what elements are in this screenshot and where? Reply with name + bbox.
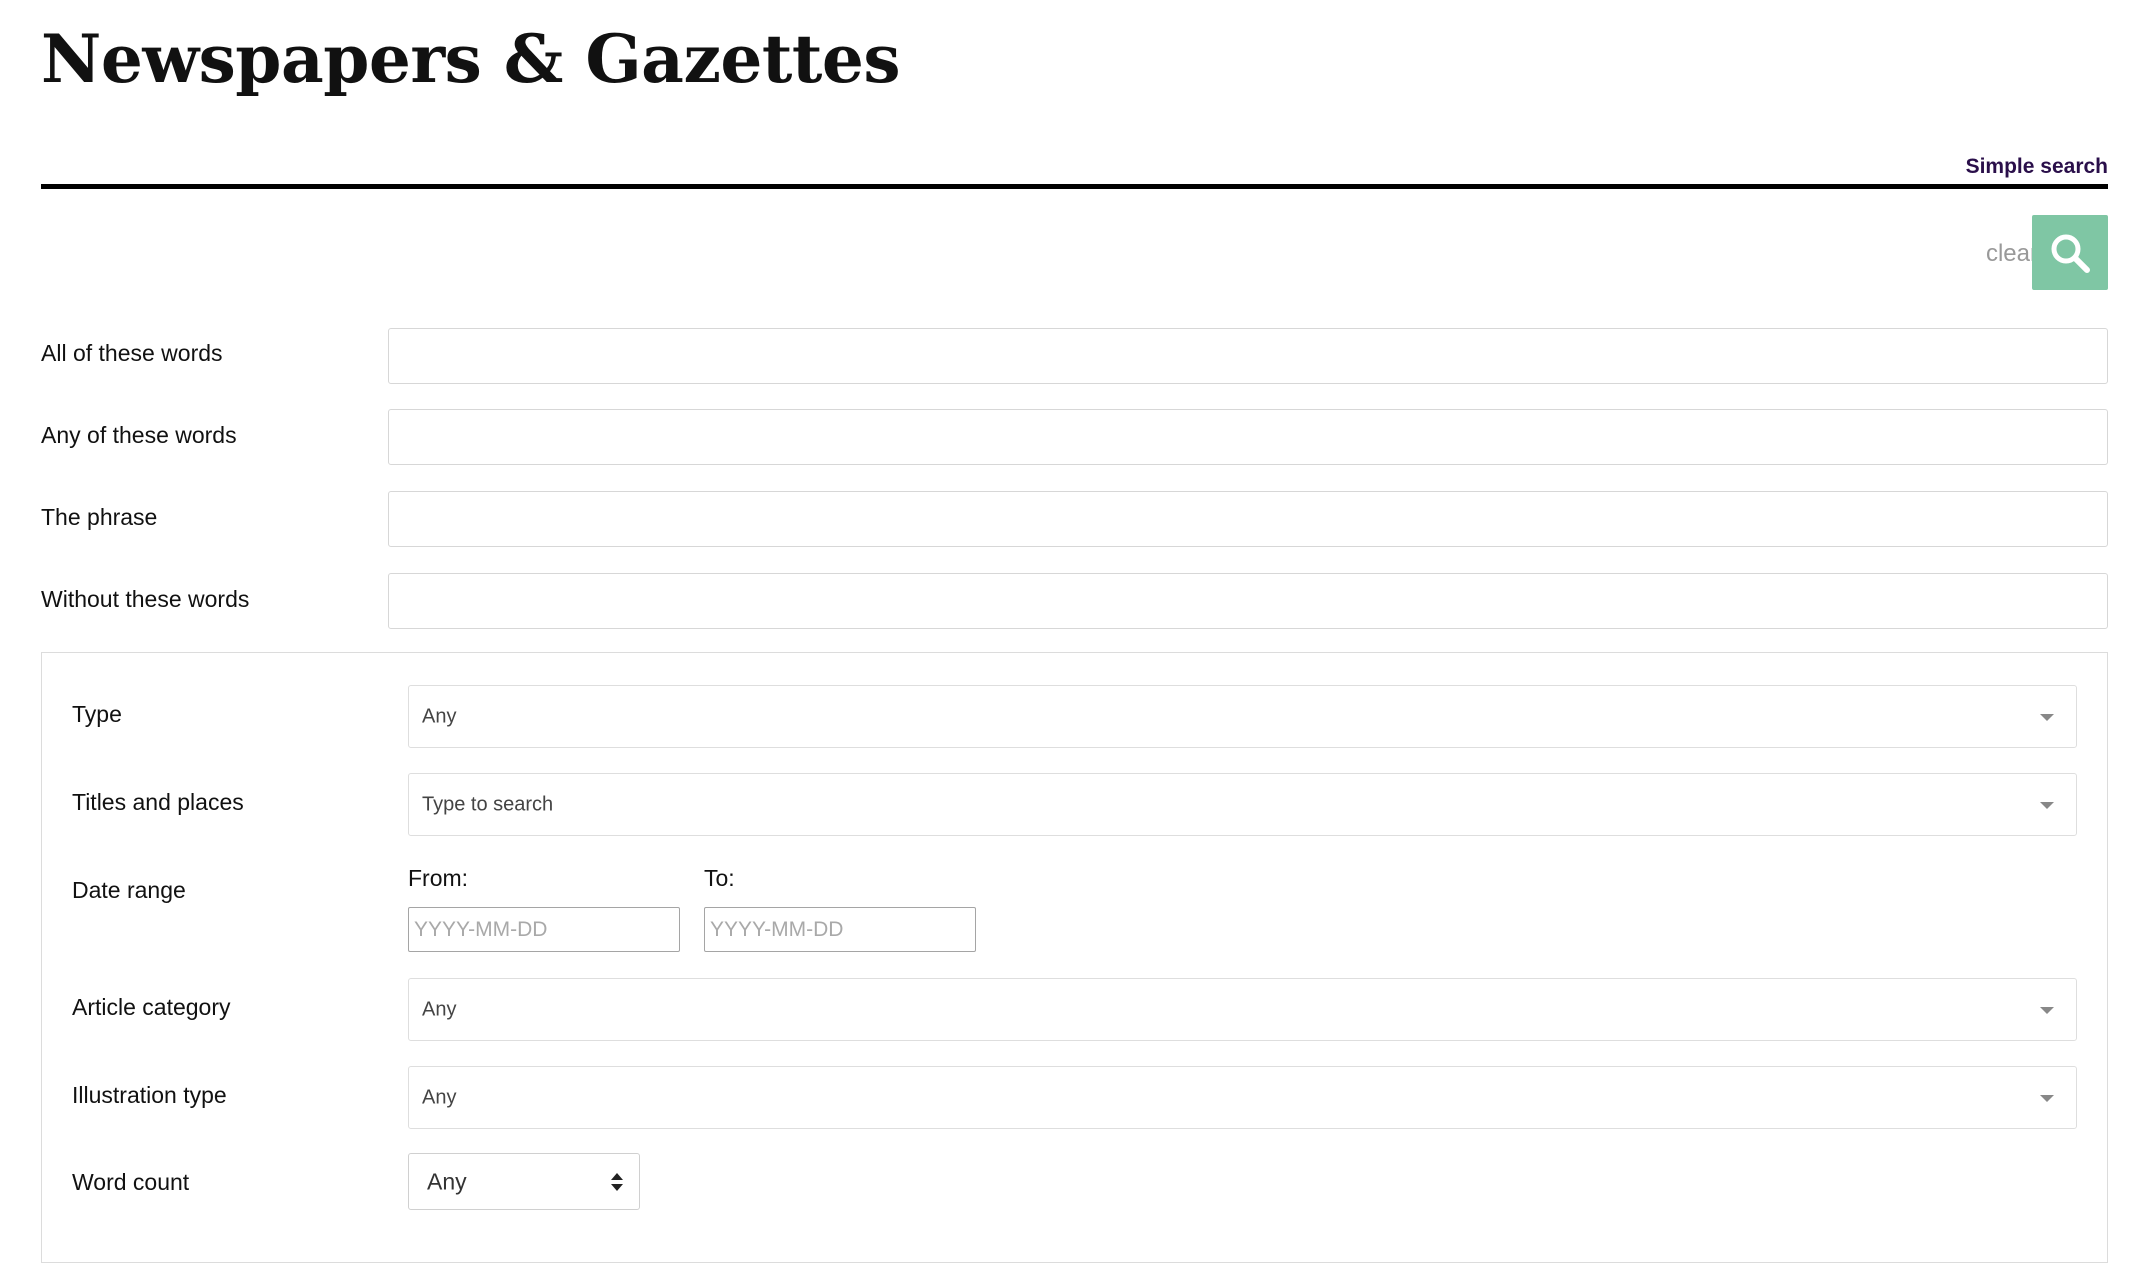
phrase-input[interactable] [388, 491, 2108, 547]
date-to-label: To: [704, 865, 735, 891]
illustration-type-select[interactable]: Any [408, 1066, 2077, 1129]
date-from-label: From: [408, 865, 469, 891]
page-title: Newspapers & Gazettes [41, 20, 901, 98]
article-category-label: Article category [72, 994, 231, 1020]
without-words-input[interactable] [388, 573, 2108, 629]
article-category-value: Any [422, 998, 457, 1020]
date-range-label: Date range [72, 877, 186, 903]
titles-places-placeholder: Type to search [422, 793, 554, 815]
word-count-label: Word count [72, 1169, 190, 1195]
chevron-down-icon [2040, 801, 2054, 809]
date-to-input[interactable] [704, 907, 976, 952]
titles-places-label: Titles and places [72, 789, 244, 815]
type-select-value: Any [422, 705, 457, 727]
filters-panel: Type Any Titles and places Type to searc… [41, 652, 2108, 1263]
illustration-type-label: Illustration type [72, 1082, 227, 1108]
without-words-label: Without these words [41, 586, 250, 612]
word-count-select[interactable]: Any [408, 1153, 640, 1210]
illustration-type-value: Any [422, 1086, 457, 1108]
type-select[interactable]: Any [408, 685, 2077, 748]
clear-button[interactable]: clear [1986, 240, 2038, 268]
type-label: Type [72, 701, 122, 727]
search-button[interactable] [2032, 215, 2108, 290]
titles-places-select[interactable]: Type to search [408, 773, 2077, 836]
phrase-label: The phrase [41, 504, 158, 530]
article-category-select[interactable]: Any [408, 978, 2077, 1041]
simple-search-link[interactable]: Simple search [1966, 155, 2108, 179]
all-words-label: All of these words [41, 340, 223, 366]
any-words-label: Any of these words [41, 422, 237, 448]
header-divider [41, 184, 2108, 189]
up-down-arrows-icon [611, 1172, 623, 1191]
all-words-input[interactable] [388, 328, 2108, 384]
word-count-value: Any [427, 1168, 467, 1194]
chevron-down-icon [2040, 1006, 2054, 1014]
search-icon [2051, 234, 2090, 273]
chevron-down-icon [2040, 713, 2054, 721]
any-words-input[interactable] [388, 409, 2108, 465]
date-from-input[interactable] [408, 907, 680, 952]
chevron-down-icon [2040, 1094, 2054, 1102]
